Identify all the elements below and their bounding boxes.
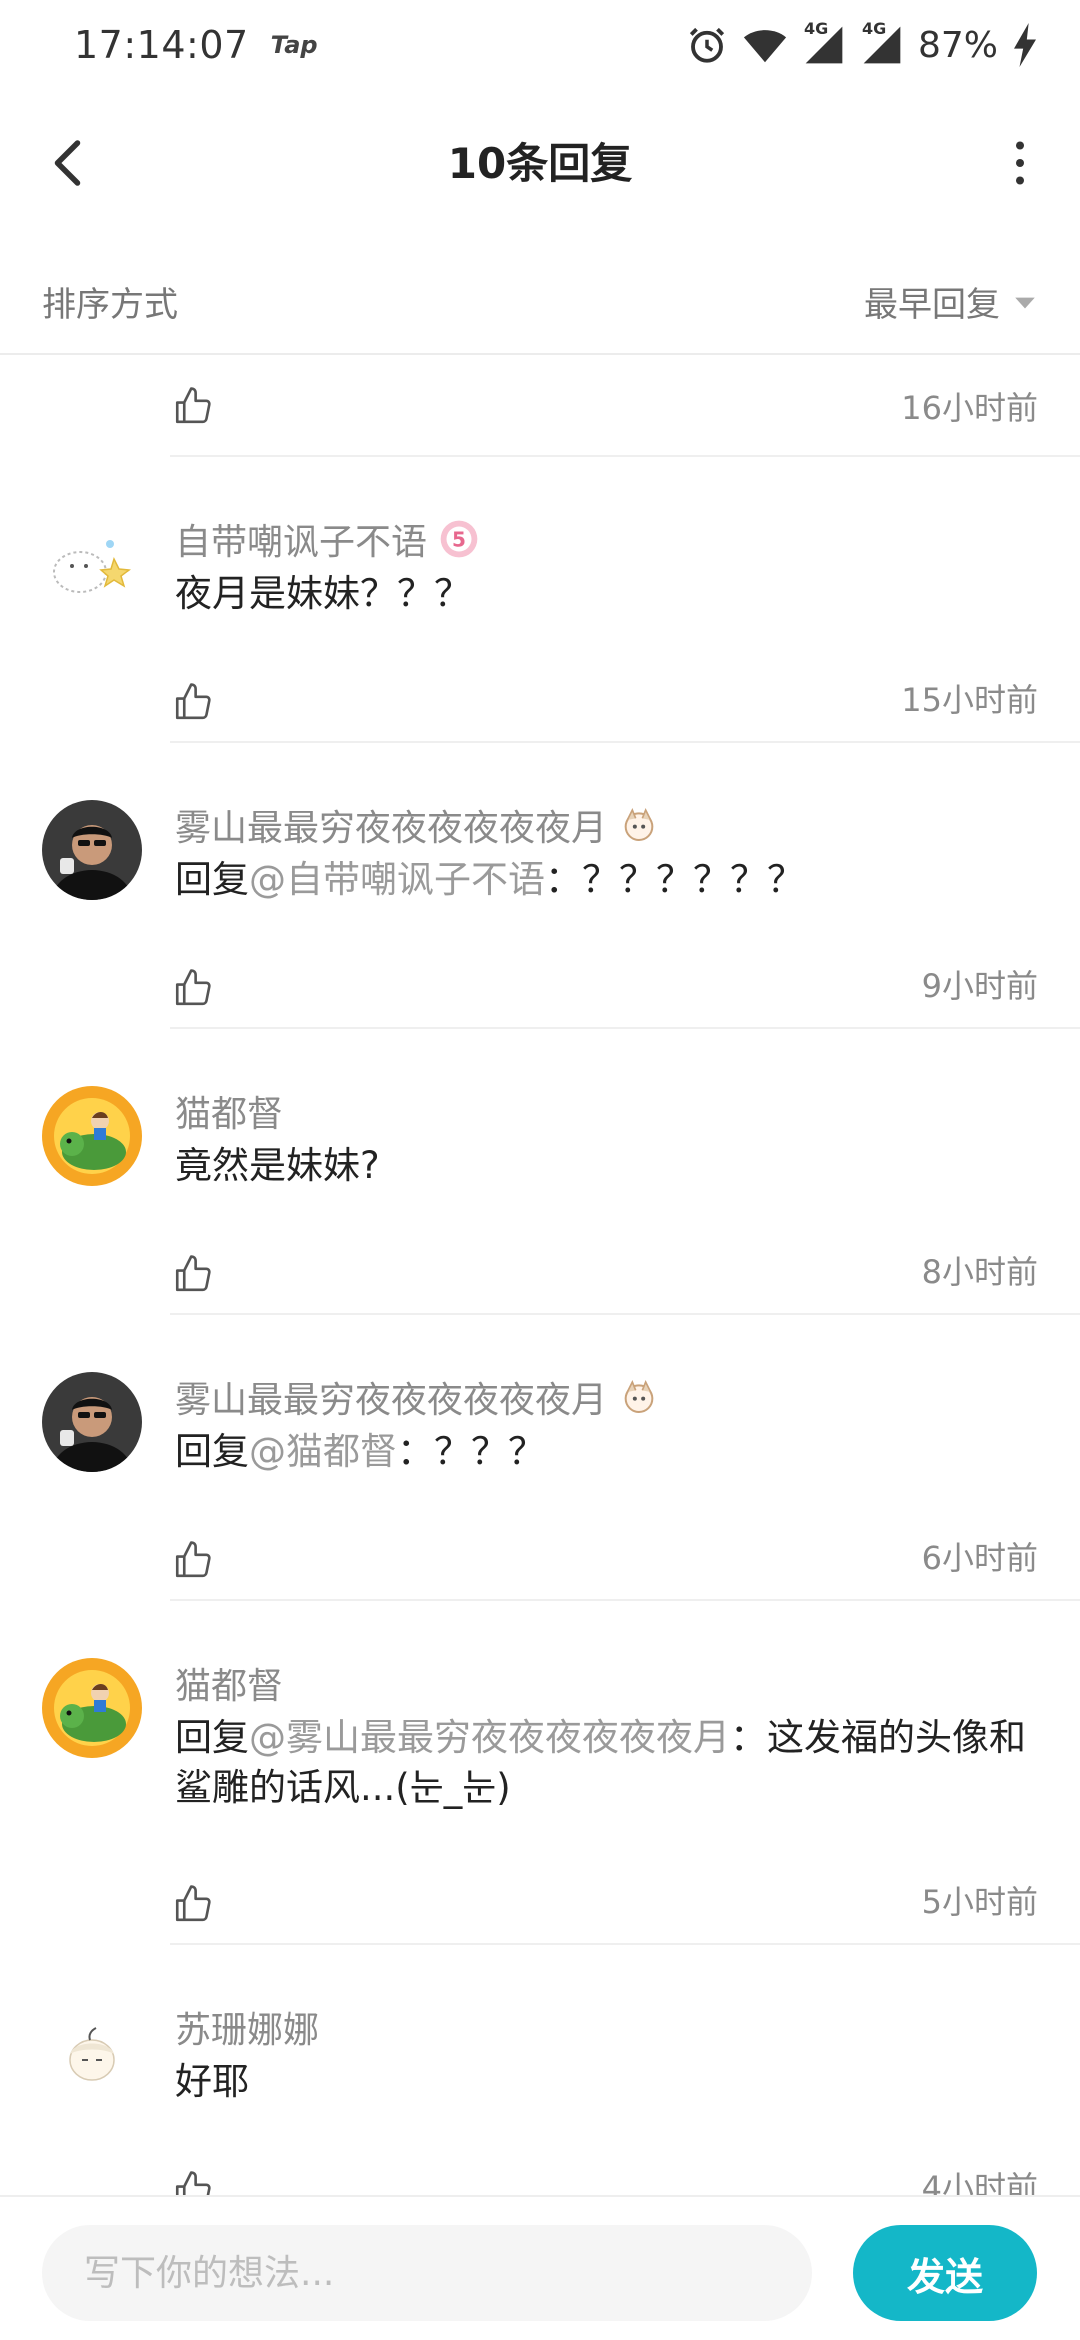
anime-face-avatar-icon bbox=[42, 2002, 142, 2102]
avatar[interactable] bbox=[42, 1086, 142, 1186]
like-thumb-icon[interactable] bbox=[172, 1883, 214, 1925]
comment-username[interactable]: 猫都督 bbox=[175, 1657, 283, 1709]
svg-text:5: 5 bbox=[452, 528, 466, 552]
comment-content: 回复@猫都督：？？？ bbox=[175, 1427, 1040, 1477]
sort-value: 最早回复 bbox=[864, 285, 1000, 325]
anime-character-badge-icon bbox=[624, 1379, 654, 1413]
comment-time: 15小时前 bbox=[901, 681, 1038, 719]
comment-time: 16小时前 bbox=[901, 389, 1038, 427]
signal-1: 4G bbox=[802, 19, 846, 67]
comment-time: 5小时前 bbox=[921, 1883, 1038, 1921]
signal-2: 4G bbox=[860, 19, 904, 67]
sort-dropdown[interactable]: 最早回复 bbox=[864, 277, 1038, 326]
status-time: 17:14:07 bbox=[74, 23, 249, 67]
reply-prefix: 回复 bbox=[175, 858, 249, 901]
username-text: 雾山最最穷夜夜夜夜夜夜月 bbox=[175, 1380, 608, 1421]
comment-username[interactable]: 猫都督 bbox=[175, 1085, 283, 1137]
anime-character-badge-icon bbox=[624, 807, 654, 841]
comment-time: 9小时前 bbox=[921, 967, 1038, 1005]
status-left: 17:14:07 Tap bbox=[74, 23, 318, 67]
comment-time: 4小时前 bbox=[921, 2169, 1038, 2195]
back-arrow-icon bbox=[54, 140, 81, 186]
avatar[interactable] bbox=[42, 800, 142, 900]
dinosaur-avatar-icon bbox=[42, 1658, 142, 1758]
comment-content: 竟然是妹妹? bbox=[175, 1144, 380, 1187]
more-vertical-icon bbox=[1016, 141, 1024, 185]
mention-link[interactable]: @猫都督 bbox=[249, 1430, 397, 1473]
reply-prefix: 回复 bbox=[175, 1430, 249, 1473]
title-bar: 10条回复 bbox=[0, 105, 1080, 215]
comment-item: 雾山最最穷夜夜夜夜夜夜月 回复@自带嘲讽子不语：？？？？？？ 9小时前 bbox=[0, 743, 1080, 1029]
alarm-icon bbox=[689, 27, 725, 63]
composer-bar: 发送 bbox=[0, 2195, 1080, 2340]
avatar[interactable] bbox=[42, 1658, 142, 1758]
back-button[interactable] bbox=[40, 133, 100, 193]
username-text: 自带嘲讽子不语 bbox=[175, 522, 428, 563]
like-thumb-icon[interactable] bbox=[172, 1539, 214, 1581]
username-text: 猫都督 bbox=[175, 1094, 284, 1135]
comment-time: 8小时前 bbox=[921, 1253, 1038, 1291]
comment-username[interactable]: 自带嘲讽子不语 5 bbox=[175, 513, 479, 565]
list-item-partial: 16小时前 bbox=[170, 357, 1080, 457]
signal-icon bbox=[863, 26, 901, 64]
reply-list[interactable]: 16小时前 自带嘲讽子不语 5 夜月是妹妹？？？ 15小时前 雾山最最穷夜夜夜夜… bbox=[0, 357, 1080, 2195]
comment-content: 回复@雾山最最穷夜夜夜夜夜夜月：这发福的头像和鲨雕的话风...(눈_눈) bbox=[175, 1713, 1040, 1813]
username-text: 苏珊娜娜 bbox=[175, 2010, 320, 2051]
comment-item: 自带嘲讽子不语 5 夜月是妹妹？？？ 15小时前 bbox=[0, 457, 1080, 743]
avatar[interactable] bbox=[42, 1372, 142, 1472]
comment-input[interactable] bbox=[42, 2225, 812, 2321]
signal-icon bbox=[805, 26, 843, 64]
comment-username[interactable]: 雾山最最穷夜夜夜夜夜夜月 bbox=[175, 799, 659, 851]
reply-prefix: 回复 bbox=[175, 1716, 249, 1759]
mention-link[interactable]: @雾山最最穷夜夜夜夜夜夜月 bbox=[249, 1716, 730, 1759]
comment-item: 猫都督 竟然是妹妹? 8小时前 bbox=[0, 1029, 1080, 1315]
reply-text: ：？？？？？？ bbox=[545, 858, 804, 901]
status-app-tag: Tap bbox=[270, 31, 318, 59]
comment-content: 夜月是妹妹？？？ bbox=[175, 572, 471, 615]
person-photo-avatar-icon bbox=[42, 800, 142, 900]
person-photo-avatar-icon bbox=[42, 1372, 142, 1472]
reply-text: ：？？？ bbox=[397, 1430, 545, 1473]
avatar[interactable] bbox=[42, 2002, 142, 2102]
comment-content: 好耶 bbox=[175, 2060, 249, 2103]
status-right: 4G 4G 87% bbox=[686, 19, 1038, 67]
like-thumb-icon[interactable] bbox=[172, 2169, 214, 2195]
sort-label: 排序方式 bbox=[42, 285, 178, 325]
like-thumb-icon[interactable] bbox=[172, 681, 214, 723]
comment-time: 6小时前 bbox=[921, 1539, 1038, 1577]
battery-percent: 87% bbox=[917, 24, 998, 66]
comment-item: 猫都督 回复@雾山最最穷夜夜夜夜夜夜月：这发福的头像和鲨雕的话风...(눈_눈)… bbox=[0, 1601, 1080, 1945]
avatar[interactable] bbox=[42, 514, 142, 614]
like-thumb-icon[interactable] bbox=[172, 967, 214, 1009]
more-options-button[interactable] bbox=[990, 133, 1050, 193]
doodle-avatar-icon bbox=[42, 514, 142, 614]
username-text: 猫都督 bbox=[175, 1666, 284, 1707]
dropdown-triangle-icon bbox=[1015, 297, 1035, 308]
comment-username[interactable]: 雾山最最穷夜夜夜夜夜夜月 bbox=[175, 1371, 659, 1423]
dinosaur-avatar-icon bbox=[42, 1086, 142, 1186]
wifi-icon bbox=[743, 30, 787, 63]
like-thumb-icon[interactable] bbox=[172, 385, 214, 427]
send-button[interactable]: 发送 bbox=[853, 2225, 1037, 2321]
like-thumb-icon[interactable] bbox=[172, 1253, 214, 1295]
mention-link[interactable]: @自带嘲讽子不语 bbox=[249, 858, 545, 901]
comment-username[interactable]: 苏珊娜娜 bbox=[175, 2001, 319, 2053]
comment-item: 雾山最最穷夜夜夜夜夜夜月 回复@猫都督：？？？ 6小时前 bbox=[0, 1315, 1080, 1601]
page-title: 10条回复 bbox=[447, 138, 633, 188]
level-badge-icon: 5 bbox=[440, 520, 478, 558]
comment-content: 回复@自带嘲讽子不语：？？？？？？ bbox=[175, 855, 1040, 905]
comment-item: 苏珊娜娜 好耶 4小时前 bbox=[0, 1945, 1080, 2195]
charging-icon bbox=[1014, 23, 1036, 67]
status-bar: 17:14:07 Tap 4G 4G 87% bbox=[0, 0, 1080, 90]
username-text: 雾山最最穷夜夜夜夜夜夜月 bbox=[175, 808, 608, 849]
sort-bar: 排序方式 最早回复 bbox=[0, 250, 1080, 355]
